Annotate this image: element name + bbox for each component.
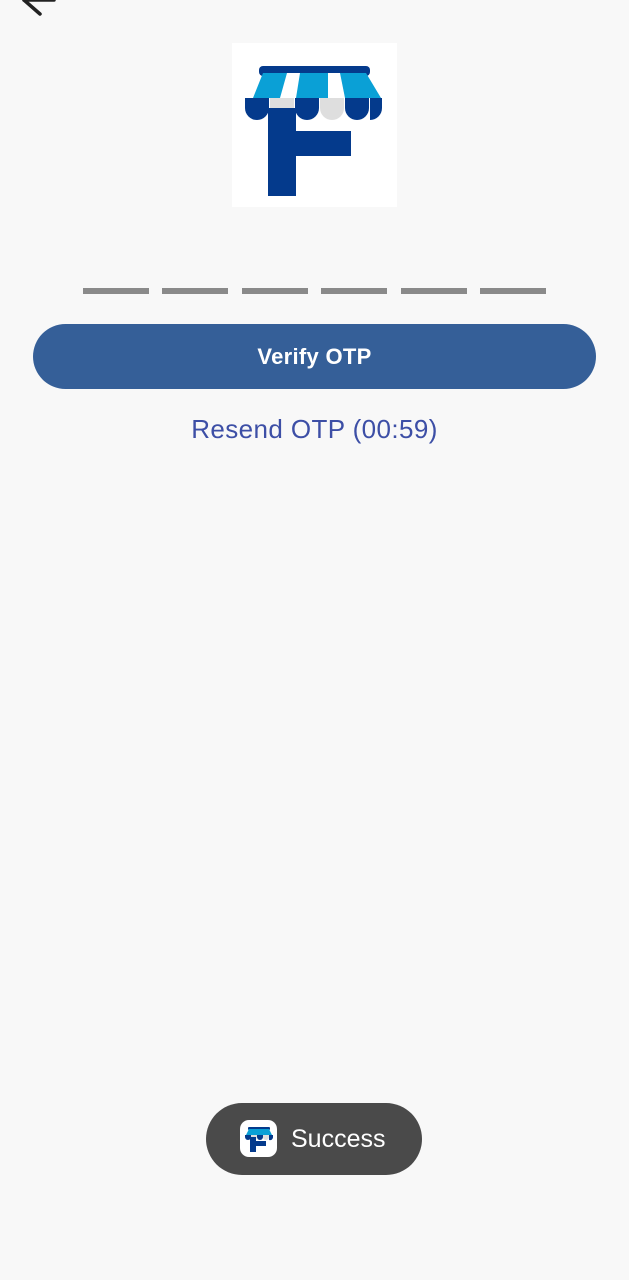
otp-digit-3[interactable] — [242, 286, 308, 294]
storefront-f-logo — [245, 66, 382, 196]
arrow-left-icon — [22, 0, 56, 16]
verify-otp-button[interactable]: Verify OTP — [33, 324, 596, 389]
toast-message: Success — [291, 1125, 386, 1153]
otp-digit-4[interactable] — [321, 286, 387, 294]
otp-digit-5[interactable] — [401, 286, 467, 294]
app-logo-icon — [240, 1120, 277, 1157]
otp-digit-1[interactable] — [83, 286, 149, 294]
otp-input-row — [83, 286, 546, 294]
resend-otp-link[interactable]: Resend OTP (00:59) — [0, 414, 629, 445]
app-logo — [232, 43, 397, 207]
otp-digit-2[interactable] — [162, 286, 228, 294]
success-toast: Success — [206, 1103, 422, 1175]
back-button[interactable] — [18, 0, 58, 16]
otp-digit-6[interactable] — [480, 286, 546, 294]
